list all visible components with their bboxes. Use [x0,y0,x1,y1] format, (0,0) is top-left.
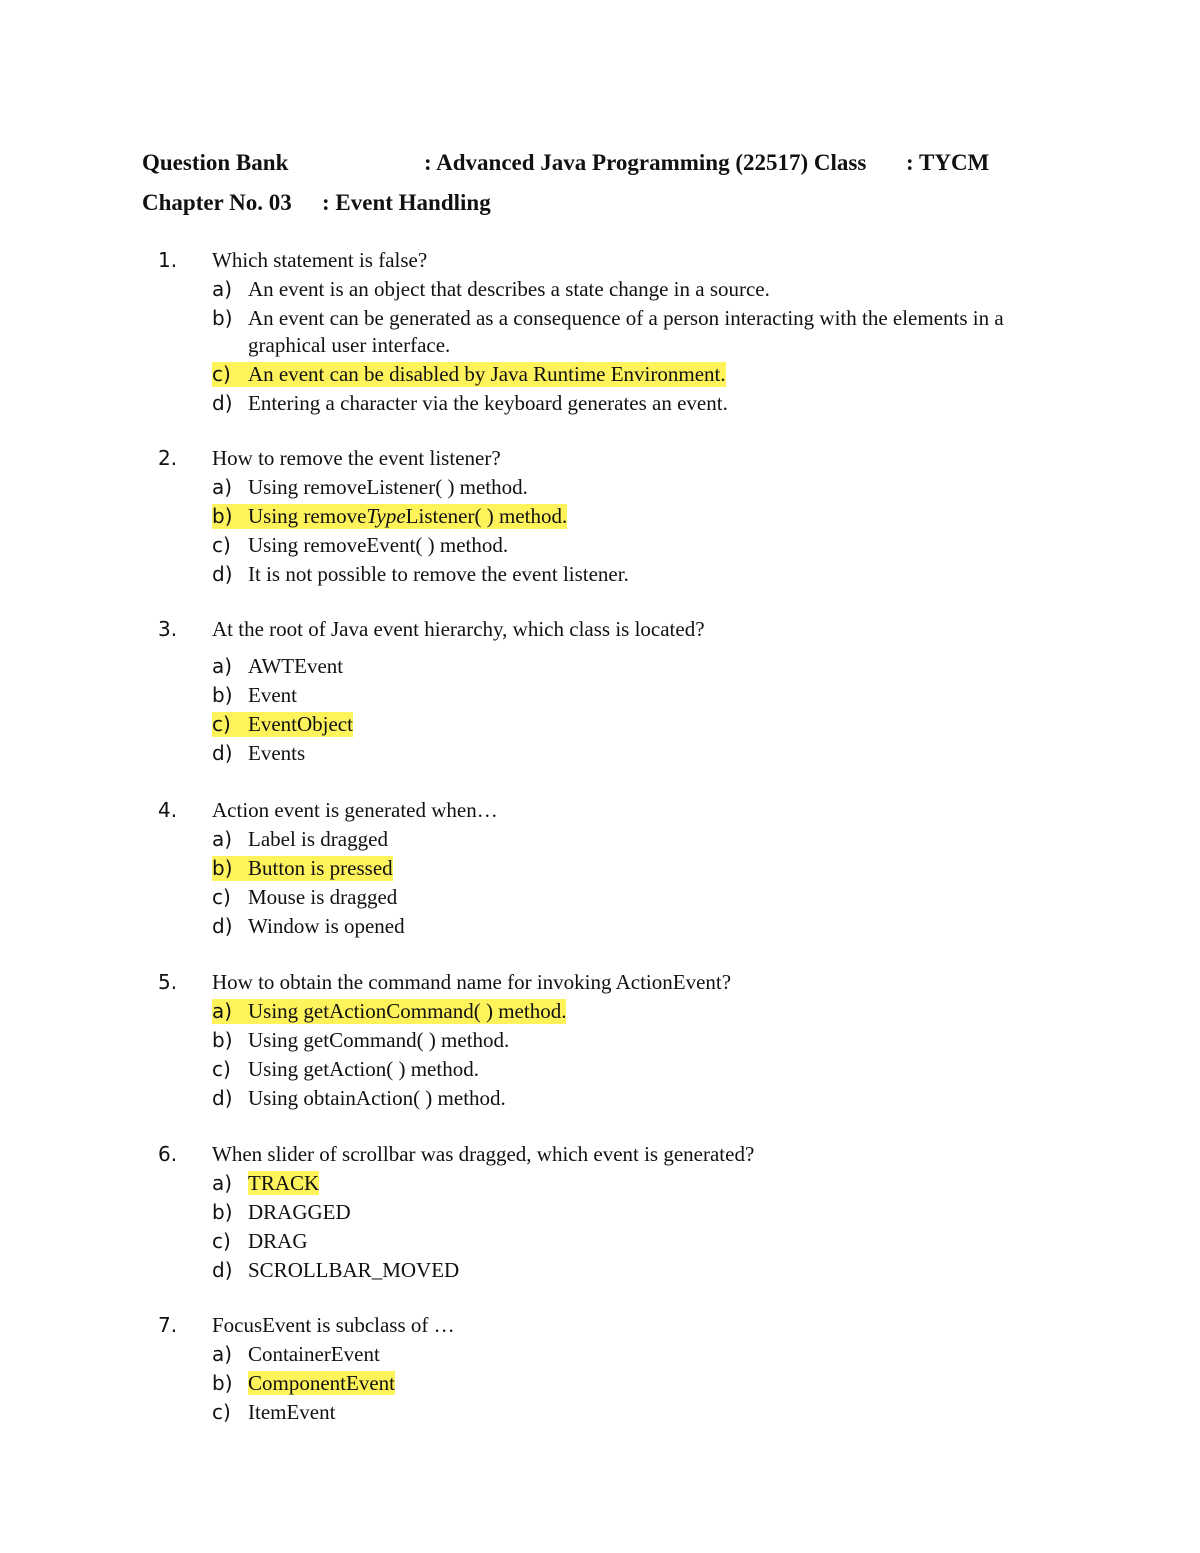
question-text: How to remove the event listener? [212,446,501,470]
question-number: 4. [158,798,178,822]
option-d: d) SCROLLBAR_MOVED [212,1258,460,1282]
question-text: Which statement is false? [212,248,428,272]
option-c: c) DRAG [212,1229,308,1253]
chapter-label: Chapter No. 03 [142,190,292,215]
chapter-title: : Event Handling [322,190,491,215]
question-text: FocusEvent is subclass of … [212,1313,455,1337]
option-b-correct: b) Button is pressed [212,856,393,881]
option-a-correct: a) TRACK [212,1171,320,1195]
question-text: At the root of Java event hierarchy, whi… [212,617,705,641]
option-d: d) It is not possible to remove the event… [212,562,629,586]
option-b: b) An event can be generated as a consequ… [212,306,1004,330]
option-d: d) Window is opened [212,914,405,938]
question-number: 5. [158,970,178,994]
option-c-correct: c) EventObject [212,712,353,737]
question-text: When slider of scrollbar was dragged, wh… [212,1142,755,1166]
question-number: 7. [158,1313,178,1337]
option-b: b) Event [212,683,297,707]
question-number: 2. [158,446,178,470]
option-d: d) Events [212,741,306,765]
option-a-correct: a) Using getActionCommand( ) method. [212,999,567,1024]
option-b-correct: b) Using removeTypeListener( ) method. [212,504,568,529]
option-c: c) Using getAction( ) method. [212,1057,479,1081]
option-d: d) Entering a character via the keyboard … [212,391,728,415]
option-b: b) Using getCommand( ) method. [212,1028,510,1052]
question-text: How to obtain the command name for invok… [212,970,732,994]
option-c: c) ItemEvent [212,1400,336,1424]
option-b: b) DRAGGED [212,1200,351,1224]
option-a: a) An event is an object that describes a… [212,277,770,301]
class-value: : TYCM [906,150,990,175]
question-bank-label: Question Bank [142,150,289,175]
question-number: 1. [158,248,178,272]
question-number: 3. [158,617,178,641]
option-b-continued: graphical user interface. [248,333,451,357]
question-number: 6. [158,1142,178,1166]
subject-title: : Advanced Java Programming (22517) Clas… [424,150,867,175]
option-a: a) ContainerEvent [212,1342,380,1366]
option-a: a) Label is dragged [212,827,388,851]
option-b-correct: b) ComponentEvent [212,1371,395,1395]
option-c-correct: c) An event can be disabled by Java Runti… [212,362,726,387]
option-a: a) AWTEvent [212,654,344,678]
option-a: a) Using removeListener( ) method. [212,475,528,499]
question-text: Action event is generated when… [212,798,498,822]
option-d: d) Using obtainAction( ) method. [212,1086,506,1110]
option-c: c) Mouse is dragged [212,885,398,909]
option-c: c) Using removeEvent( ) method. [212,533,509,557]
